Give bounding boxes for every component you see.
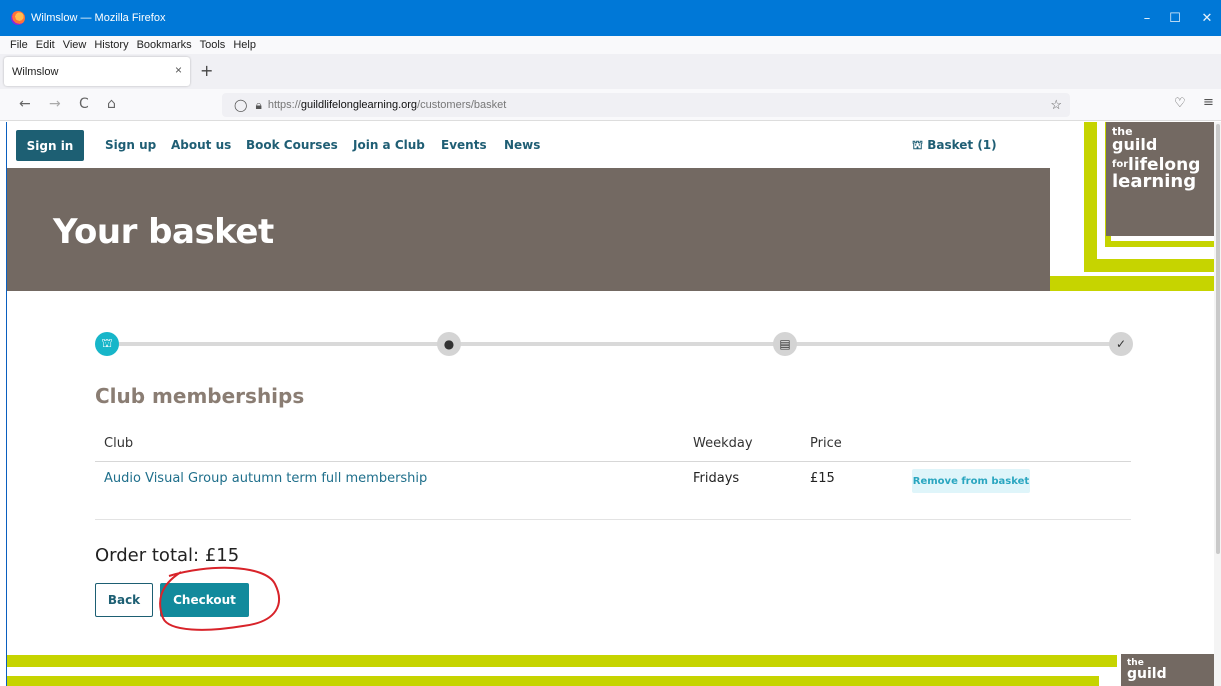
tab-wilmslow[interactable]: Wilmslow ×: [4, 57, 190, 86]
header-weekday: Weekday: [693, 436, 753, 451]
nav-book-courses[interactable]: Book Courses: [246, 138, 338, 152]
maximize-button[interactable]: ☐: [1157, 0, 1193, 36]
footer-decoration: [7, 655, 1117, 686]
table-row: Audio Visual Group autumn term full memb…: [95, 462, 1131, 520]
pocket-icon[interactable]: ♡: [1174, 96, 1186, 111]
basket-icon: ⛫︎: [912, 138, 928, 152]
hero-banner: Your basket: [7, 168, 1050, 291]
close-window-button[interactable]: ✕: [1189, 0, 1221, 36]
lime-stripe: [7, 676, 1099, 686]
menu-file[interactable]: File: [10, 39, 28, 51]
logo-guild: guild: [1112, 135, 1158, 154]
scrollbar-thumb[interactable]: [1216, 124, 1220, 554]
menu-help[interactable]: Help: [233, 39, 256, 51]
menu-tools[interactable]: Tools: [200, 39, 226, 51]
step-account-icon: ●: [437, 332, 461, 356]
lime-stripe: [1050, 276, 1214, 291]
lime-stripe: [1084, 122, 1097, 272]
url-scheme: https://: [267, 99, 301, 111]
menu-edit[interactable]: Edit: [36, 39, 55, 51]
menu-hamburger-icon[interactable]: ≡: [1203, 95, 1214, 110]
nav-sign-up[interactable]: Sign up: [105, 138, 156, 152]
menu-bookmarks[interactable]: Bookmarks: [137, 39, 192, 51]
header-price: Price: [810, 436, 842, 451]
logo-for: for: [1112, 159, 1129, 170]
forward-arrow-icon[interactable]: →: [49, 96, 61, 112]
lime-stripe: [1105, 241, 1214, 247]
step-payment-icon: ▤: [773, 332, 797, 356]
window-titlebar: Wilmslow — Mozilla Firefox – ☐ ✕: [0, 0, 1221, 36]
basket-table: Club Weekday Price Audio Visual Group au…: [95, 427, 1131, 520]
nav-events[interactable]: Events: [441, 138, 487, 152]
sign-in-button[interactable]: Sign in: [16, 130, 84, 161]
home-icon[interactable]: ⌂: [107, 96, 116, 112]
tab-label: Wilmslow: [12, 65, 59, 78]
bookmark-star-icon[interactable]: ☆: [1050, 97, 1062, 113]
page-scrollbar[interactable]: [1214, 122, 1221, 686]
basket-label: Basket (1): [927, 138, 997, 152]
site-navigation: Sign in Sign up About us Book Courses Jo…: [7, 122, 1047, 168]
menu-view[interactable]: View: [63, 39, 87, 51]
new-tab-button[interactable]: +: [200, 61, 213, 80]
checkout-progress: ⛫︎ ● ▤ ✓: [95, 329, 1133, 359]
menu-history[interactable]: History: [94, 39, 128, 51]
red-annotation-circle: [159, 566, 280, 631]
remove-from-basket-button[interactable]: Remove from basket: [912, 469, 1030, 493]
club-name-link[interactable]: Audio Visual Group autumn term full memb…: [104, 471, 427, 486]
url-path: /customers/basket: [417, 99, 507, 111]
nav-join-a-club[interactable]: Join a Club: [353, 138, 425, 152]
lime-stripe: [7, 655, 1117, 667]
close-tab-icon[interactable]: ×: [175, 63, 182, 77]
nav-news[interactable]: News: [504, 138, 540, 152]
guild-logo[interactable]: the guild for lifelong learning: [1106, 122, 1214, 236]
page-title: Your basket: [53, 212, 274, 252]
window-title: Wilmslow — Mozilla Firefox: [31, 12, 166, 24]
firefox-icon: [11, 11, 25, 25]
club-price: £15: [810, 471, 835, 486]
reload-icon[interactable]: C: [79, 96, 89, 112]
step-basket-icon: ⛫︎: [95, 332, 119, 356]
menu-bar: File Edit View History Bookmarks Tools H…: [0, 36, 1221, 54]
header-club: Club: [104, 436, 134, 451]
back-button[interactable]: Back: [95, 583, 153, 617]
lime-stripe: [1094, 676, 1099, 686]
table-header: Club Weekday Price: [95, 427, 1131, 462]
basket-link[interactable]: ⛫︎ Basket (1): [912, 138, 997, 154]
url-host: guildlifelonglearning.org: [300, 99, 418, 111]
tracking-shield-icon[interactable]: ◯: [234, 98, 247, 112]
section-title: Club memberships: [95, 384, 305, 408]
logo-learning: learning: [1112, 171, 1197, 192]
footer-guild-logo[interactable]: the guild: [1121, 654, 1214, 686]
navigation-toolbar: ← → C ⌂ ◯ 🔒︎ https://guildlifelonglearni…: [0, 89, 1221, 121]
club-weekday: Fridays: [693, 471, 740, 486]
lime-stripe: [1084, 259, 1214, 272]
step-complete-icon: ✓: [1109, 332, 1133, 356]
back-arrow-icon[interactable]: ←: [19, 96, 31, 112]
tab-bar: Wilmslow × +: [0, 54, 1221, 89]
window-left-edge: [0, 122, 7, 686]
nav-about-us[interactable]: About us: [171, 138, 231, 152]
url-bar[interactable]: ◯ 🔒︎ https://guildlifelonglearning.org/c…: [222, 93, 1070, 117]
page-viewport: Sign in Sign up About us Book Courses Jo…: [7, 122, 1214, 686]
lock-icon[interactable]: 🔒︎: [255, 98, 261, 113]
progress-track: [107, 342, 1121, 346]
footer-logo-guild: guild: [1127, 666, 1167, 682]
